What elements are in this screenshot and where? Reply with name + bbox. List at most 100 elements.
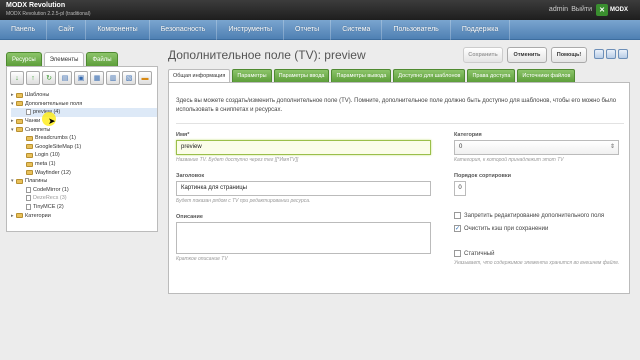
modx-logo: ✕ MODX — [596, 3, 634, 17]
category-hint: Категория, к которой принадлежит этот TV — [454, 157, 564, 163]
tree-item-label: TinyMCE (2) — [33, 204, 64, 211]
category-select[interactable]: 0 ⇕ — [454, 140, 619, 155]
clear-cache-row: ✓ Очистить кэш при сохранении — [454, 225, 548, 232]
user-link[interactable]: admin — [549, 6, 568, 13]
tree-item[interactable]: ▸ Шаблоны — [11, 91, 157, 100]
tab-access-permissions[interactable]: Права доступа — [467, 69, 516, 82]
tree-item[interactable]: DezeRecs (3) — [11, 194, 157, 203]
tree-item[interactable]: CodeMirror (1) — [11, 186, 157, 195]
description-label: Описание — [176, 214, 203, 220]
tab-elements[interactable]: Элементы — [43, 52, 85, 66]
tree-item-label: Чанки — [25, 118, 41, 125]
tab-media-sources[interactable]: Источники файлов — [517, 69, 576, 82]
layout-icon[interactable] — [594, 49, 604, 59]
tree-item[interactable]: Breadcrumbs (1) — [11, 134, 157, 143]
tab-files[interactable]: Файлы — [86, 52, 118, 66]
save-button[interactable]: Сохранить — [463, 47, 503, 63]
folder-icon — [16, 92, 23, 98]
tree-item[interactable]: meta (1) — [11, 160, 157, 169]
tree-item-label: Wayfinder (12) — [35, 169, 71, 176]
tree-item-label: Breadcrumbs (1) — [35, 135, 76, 142]
caption-input[interactable]: Картинка для страницы — [176, 181, 431, 196]
new-tv-icon[interactable]: ▣ — [74, 71, 88, 85]
category-value: 0 — [459, 144, 463, 150]
tree-item[interactable]: GoogleSiteMap (1) — [11, 143, 157, 152]
folder-icon — [26, 170, 33, 176]
tree-item[interactable]: TinyMCE (2) — [11, 203, 157, 212]
description-textarea[interactable] — [176, 222, 431, 254]
clear-cache-label: Очистить кэш при сохранении — [464, 225, 549, 232]
element-icon — [26, 195, 31, 202]
lock-row: Запретить редактирование дополнительного… — [454, 212, 604, 219]
lock-checkbox[interactable] — [454, 212, 461, 219]
caption-label: Заголовок — [176, 173, 205, 179]
lock-label: Запретить редактирование дополнительного… — [464, 212, 605, 219]
menu-components[interactable]: Компоненты — [86, 20, 150, 40]
tree-item-label: Шаблоны — [25, 92, 50, 99]
new-chunk-icon[interactable]: ▦ — [90, 71, 104, 85]
tab-output-options[interactable]: Параметры вывода — [331, 69, 392, 82]
new-snippet-icon[interactable]: ▥ — [106, 71, 120, 85]
tree-item-label: GoogleSiteMap (1) — [35, 143, 82, 150]
tree-toolbar: ↓ ↑ ↻ ▤ ▣ ▦ ▥ ▧ ▬ — [10, 71, 152, 85]
element-icon — [26, 109, 31, 116]
fullscreen-icon[interactable] — [618, 49, 628, 59]
expand-all-icon[interactable]: ↓ — [10, 71, 24, 85]
tree-item[interactable]: ▾ Дополнительные поля — [11, 100, 157, 109]
tab-general[interactable]: Общая информация — [168, 69, 231, 82]
split-view-icon[interactable] — [606, 49, 616, 59]
category-label: Категория — [454, 132, 482, 138]
tv-form-panel: Здесь вы можете создать/изменить дополни… — [168, 82, 630, 294]
name-hint: Название TV. Будет доступно через тег [[… — [176, 157, 299, 163]
elements-panel: ↓ ↑ ↻ ▤ ▣ ▦ ▥ ▧ ▬ ▸ Шаблоны ▾ Дополнительны… — [6, 66, 158, 232]
page-title: Дополнительное поле (TV): preview — [168, 48, 366, 62]
tree-item[interactable]: ▾ Сниппеты — [11, 125, 157, 134]
tab-input-options[interactable]: Параметры ввода — [273, 69, 330, 82]
folder-icon — [26, 135, 33, 141]
tree-item[interactable]: preview (4) — [11, 108, 157, 117]
new-category-icon[interactable]: ▬ — [138, 71, 152, 85]
tree-item[interactable]: Login (10) — [11, 151, 157, 160]
menu-user[interactable]: Пользователь — [382, 20, 451, 40]
static-checkbox[interactable] — [454, 250, 461, 257]
menu-reports[interactable]: Отчеты — [284, 20, 332, 40]
collapse-all-icon[interactable]: ↑ — [26, 71, 40, 85]
tree-item[interactable]: ▾ Плагины — [11, 177, 157, 186]
tab-parameters[interactable]: Параметры — [232, 69, 272, 82]
folder-icon — [16, 213, 23, 219]
refresh-icon[interactable]: ↻ — [42, 71, 56, 85]
tree-item[interactable]: ▸ Категории — [11, 211, 157, 220]
menu-tools[interactable]: Инструменты — [217, 20, 284, 40]
tree-item-label: DezeRecs (3) — [33, 195, 67, 202]
cancel-button[interactable]: Отменить — [507, 47, 547, 63]
menu-site[interactable]: Сайт — [47, 20, 87, 40]
new-plugin-icon[interactable]: ▧ — [122, 71, 136, 85]
element-icon — [26, 204, 31, 211]
folder-icon — [26, 161, 33, 167]
rank-input[interactable]: 0 — [454, 181, 466, 196]
left-tabs: Ресурсы Элементы Файлы — [6, 52, 118, 66]
app-version: MODX Revolution 2.2.5-pl (traditional) — [6, 11, 91, 17]
menu-security[interactable]: Безопасность — [150, 20, 218, 40]
tab-resources[interactable]: Ресурсы — [6, 52, 42, 66]
logout-link[interactable]: Выйти — [571, 6, 592, 13]
menu-system[interactable]: Система — [331, 20, 383, 40]
folder-icon — [16, 101, 23, 107]
folder-icon — [16, 127, 23, 133]
view-toggles — [594, 49, 628, 59]
modx-logo-icon: ✕ — [596, 4, 608, 16]
caption-hint: Будет показан рядом с TV при редактирова… — [176, 198, 311, 204]
tree-item-label: CodeMirror (1) — [33, 186, 69, 193]
tree-item[interactable]: Wayfinder (12) — [11, 168, 157, 177]
element-icon — [26, 186, 31, 193]
divider — [176, 123, 624, 124]
name-input[interactable]: preview — [176, 140, 431, 155]
clear-cache-checkbox[interactable]: ✓ — [454, 225, 461, 232]
tree-item[interactable]: ▸ Чанки — [11, 117, 157, 126]
menu-support[interactable]: Поддержка — [451, 20, 511, 40]
menu-dashboard[interactable]: Панель — [0, 20, 48, 40]
new-template-icon[interactable]: ▤ — [58, 71, 72, 85]
tab-template-access[interactable]: Доступно для шаблонов — [393, 69, 466, 82]
tree-item-label: Сниппеты — [25, 126, 51, 133]
help-button[interactable]: Помощь! — [551, 47, 587, 63]
